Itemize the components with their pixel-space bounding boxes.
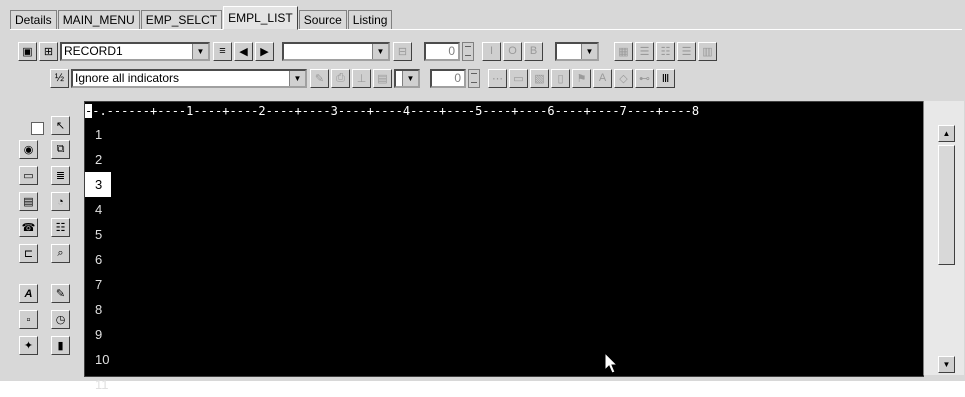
line-number[interactable]: 9 [85, 322, 111, 347]
line-number[interactable]: 1 [85, 122, 111, 147]
mouse-cursor-icon [604, 352, 619, 374]
hatch-icon[interactable]: ▧ [530, 68, 549, 88]
col-spinner[interactable] [468, 68, 480, 88]
save-record-icon[interactable]: ⊞ [39, 41, 58, 61]
line-number[interactable]: 4 [85, 197, 111, 222]
record-select[interactable]: RECORD1 ▼ [60, 41, 210, 61]
figure-icon[interactable]: ✦ [19, 336, 38, 355]
tab-icon[interactable]: ⊏ [19, 244, 38, 263]
vertical-scrollbar[interactable]: ▲ ▼ [923, 101, 964, 375]
scroll-down-icon[interactable]: ▼ [938, 356, 955, 373]
format-apply-icon[interactable]: ⊟ [393, 41, 412, 61]
justify-icon[interactable]: ▥ [698, 41, 717, 61]
line-number[interactable]: 6 [85, 247, 111, 272]
box-select[interactable]: ▼ [555, 41, 599, 61]
next-icon[interactable]: ▶ [255, 41, 274, 61]
col-field[interactable]: 0 [430, 68, 466, 88]
list-icon[interactable]: ▮ [51, 336, 70, 355]
clock-icon[interactable]: ◔ [51, 192, 70, 211]
column-ruler: --.------+----1----+----2----+----3----+… [85, 102, 923, 120]
columns-icon[interactable]: Ⅲ [656, 68, 675, 88]
shape-icon[interactable]: ◇ [614, 68, 633, 88]
edit-icon[interactable]: ✎ [310, 68, 329, 88]
tab-divider [10, 29, 962, 30]
row-field[interactable]: 0 [424, 41, 460, 61]
copy-icon[interactable]: ⧉ [51, 140, 70, 159]
tab-details[interactable]: Details [10, 10, 57, 30]
fraction-label: ½ [54, 72, 65, 84]
tab-listing[interactable]: Listing [347, 10, 393, 30]
ruler-scale: -.------+----1----+----2----+----3----+-… [92, 104, 700, 118]
row-spinner[interactable] [462, 41, 474, 61]
field-icon[interactable]: ▭ [19, 166, 38, 185]
line-number[interactable]: 5 [85, 222, 111, 247]
chevron-down-icon[interactable]: ▼ [581, 43, 597, 59]
outline-button[interactable]: O [503, 41, 522, 61]
record-select-value: RECORD1 [64, 44, 123, 58]
text-icon[interactable]: A [19, 284, 38, 303]
bold-label: B [529, 45, 538, 57]
line-number[interactable]: 2 [85, 147, 111, 172]
palette-checkbox[interactable] [31, 122, 44, 135]
scroll-thumb[interactable] [938, 145, 955, 265]
timer-icon[interactable]: ◷ [51, 310, 70, 329]
chevron-down-icon[interactable]: ▼ [192, 43, 208, 59]
small-grid-icon[interactable]: ▫ [19, 310, 38, 329]
indicator-select-value: Ignore all indicators [75, 71, 180, 85]
line-number[interactable]: 11 [85, 372, 111, 397]
bold-button[interactable]: B [524, 41, 543, 61]
line-number-selected[interactable]: 3 [85, 172, 111, 197]
tab-emp-selct[interactable]: EMP_SELCT [140, 10, 223, 30]
outline-label: O [508, 45, 517, 57]
chevron-down-icon[interactable]: ▼ [402, 70, 418, 86]
tab-strip: Details MAIN_MENU EMP_SELCT EMPL_LIST So… [10, 6, 393, 30]
indicator-select[interactable]: Ignore all indicators ▼ [71, 68, 307, 88]
align-right-icon[interactable]: ☰ [677, 41, 696, 61]
text-style-icon[interactable]: A [593, 68, 612, 88]
align-center-icon[interactable]: ☷ [656, 41, 675, 61]
format-select[interactable]: ▼ [282, 41, 390, 61]
flag-icon[interactable]: ⚑ [572, 68, 591, 88]
screen-editor[interactable]: --.------+----1----+----2----+----3----+… [84, 101, 924, 392]
align-left-icon[interactable]: ☰ [635, 41, 654, 61]
phone-icon[interactable]: ☎ [19, 218, 38, 237]
tab-main-menu[interactable]: MAIN_MENU [57, 10, 140, 30]
tab-empl-list[interactable]: EMPL_LIST [223, 6, 298, 30]
grid-icon[interactable]: ⋯ [488, 68, 507, 88]
lines-icon[interactable]: ≣ [51, 166, 70, 185]
image-icon[interactable]: ▦ [614, 41, 633, 61]
chevron-down-icon[interactable]: ▼ [289, 70, 305, 86]
line-number[interactable]: 8 [85, 297, 111, 322]
page-icon[interactable]: ▤ [373, 68, 392, 88]
grid2-icon[interactable]: ▭ [509, 68, 528, 88]
frame-icon[interactable]: ▯ [551, 68, 570, 88]
link-icon[interactable]: ⊷ [635, 68, 654, 88]
tab-source[interactable]: Source [298, 10, 347, 30]
designer-window: Details MAIN_MENU EMP_SELCT EMPL_LIST So… [0, 0, 965, 392]
scroll-up-icon[interactable]: ▲ [938, 125, 955, 142]
pointer-icon[interactable]: ↖ [51, 116, 70, 135]
print-icon[interactable]: ⎙ [331, 68, 350, 88]
toolbar-row-1: ▣ ⊞ RECORD1 ▼ ≡ ◀ ▶ ▼ ⊟ 0 I O B ▼ ▦ ☰ ☷ … [18, 40, 719, 62]
note-icon[interactable]: ✎ [51, 284, 70, 303]
insert-icon[interactable]: ≡ [213, 41, 232, 61]
small-select[interactable]: ▼ [394, 68, 420, 88]
italic-button[interactable]: I [482, 41, 501, 61]
fraction-icon[interactable]: ½ [50, 68, 69, 88]
italic-label: I [489, 45, 494, 57]
list-box-icon[interactable]: ☷ [51, 218, 70, 237]
ruler-icon[interactable]: ⊥ [352, 68, 371, 88]
line-number-gutter: 1 2 3 4 5 6 7 8 9 10 11 [85, 122, 111, 397]
chevron-down-icon[interactable]: ▼ [372, 43, 388, 59]
date-icon[interactable]: ▤ [19, 192, 38, 211]
line-number[interactable]: 10 [85, 347, 111, 372]
toolbar-row-2: ½ Ignore all indicators ▼ ✎ ⎙ ⊥ ▤ ▼ 0 ⋯ … [50, 67, 677, 89]
prev-icon[interactable]: ◀ [234, 41, 253, 61]
line-number[interactable]: 7 [85, 272, 111, 297]
globe-icon[interactable]: ◉ [19, 140, 38, 159]
record-icon[interactable]: ▣ [18, 41, 37, 61]
search-icon[interactable]: ⌕ [51, 244, 70, 263]
